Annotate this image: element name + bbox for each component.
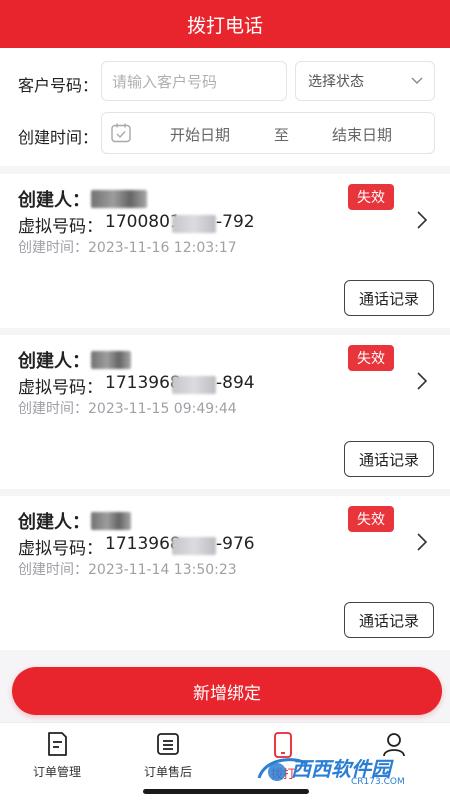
- after-sale-icon: [157, 733, 179, 755]
- creator-label: 创建人：: [18, 512, 90, 533]
- creator-name-redacted: [91, 512, 131, 530]
- virtual-number-prefix: 1713968: [105, 373, 181, 393]
- home-indicator: [143, 789, 309, 794]
- watermark-url: CR173.COM: [351, 777, 405, 786]
- call-history-button[interactable]: 通话记录: [344, 441, 434, 477]
- call-record-card[interactable]: 创建人： 虚拟号码： 1700801 -792 创建时间：2023-11-16 …: [0, 174, 450, 328]
- call-history-button[interactable]: 通话记录: [344, 280, 434, 316]
- creator-label: 创建人：: [18, 351, 90, 372]
- creator-name-redacted: [91, 351, 131, 369]
- virtual-number-prefix: 1700801: [105, 212, 181, 232]
- customer-number-label: 客户号码：: [18, 76, 99, 95]
- add-binding-button[interactable]: 新增绑定: [12, 667, 442, 715]
- virtual-number-label: 虚拟号码：: [18, 539, 103, 559]
- tab-after-sale[interactable]: 订单售后: [123, 731, 213, 780]
- virtual-number-suffix: -894: [216, 373, 255, 393]
- create-time-label: 创建时间：: [18, 128, 99, 147]
- status-select[interactable]: 选择状态: [295, 61, 435, 101]
- status-badge: 失效: [348, 506, 394, 532]
- call-record-card[interactable]: 创建人： 虚拟号码： 1713968 -976 创建时间：2023-11-14 …: [0, 496, 450, 650]
- virtual-number-redacted: [172, 537, 216, 555]
- create-time: 创建时间：2023-11-14 13:50:23: [18, 562, 237, 578]
- create-time: 创建时间：2023-11-15 09:49:44: [18, 401, 237, 417]
- chevron-right-icon[interactable]: [414, 210, 430, 230]
- chevron-right-icon[interactable]: [414, 371, 430, 391]
- customer-number-placeholder: 请输入客户号码: [112, 72, 218, 91]
- virtual-number-suffix: -792: [216, 212, 255, 232]
- call-record-card[interactable]: 创建人： 虚拟号码： 1713968 -894 创建时间：2023-11-15 …: [0, 335, 450, 489]
- virtual-number-suffix: -976: [216, 534, 255, 554]
- filter-panel: 客户号码： 请输入客户号码 选择状态 创建时间： 开始日期 至 结束日期: [0, 48, 450, 166]
- virtual-number-redacted: [172, 215, 216, 233]
- start-date-field[interactable]: 开始日期: [170, 124, 230, 145]
- status-select-placeholder: 选择状态: [308, 74, 364, 90]
- end-date-field[interactable]: 结束日期: [332, 124, 392, 145]
- virtual-number-label: 虚拟号码：: [18, 217, 103, 237]
- creator-label: 创建人：: [18, 190, 90, 211]
- order-doc-icon: [48, 732, 67, 756]
- chevron-down-icon: [411, 77, 423, 84]
- virtual-number-prefix: 1713968: [105, 534, 181, 554]
- virtual-number-label: 虚拟号码：: [18, 378, 103, 398]
- status-badge: 失效: [348, 184, 394, 210]
- page-title: 拨打电话: [186, 14, 263, 37]
- header-bar: 拨打电话: [0, 0, 450, 48]
- date-separator: 至: [274, 126, 290, 144]
- calendar-icon: [111, 123, 131, 143]
- creator-name-redacted: [91, 190, 147, 208]
- chevron-right-icon[interactable]: [414, 532, 430, 552]
- status-badge: 失效: [348, 345, 394, 371]
- customer-number-input[interactable]: 请输入客户号码: [101, 61, 287, 101]
- watermark-logo: 西西软件园 CR173.COM: [257, 757, 405, 786]
- call-history-button[interactable]: 通话记录: [344, 602, 434, 638]
- create-time: 创建时间：2023-11-16 12:03:17: [18, 240, 237, 256]
- tab-label: 订单管理: [32, 765, 81, 779]
- tab-label: 订单售后: [143, 765, 192, 779]
- tab-order-management[interactable]: 订单管理: [12, 731, 102, 780]
- date-range-picker[interactable]: 开始日期 至 结束日期: [101, 112, 435, 154]
- virtual-number-redacted: [172, 376, 216, 394]
